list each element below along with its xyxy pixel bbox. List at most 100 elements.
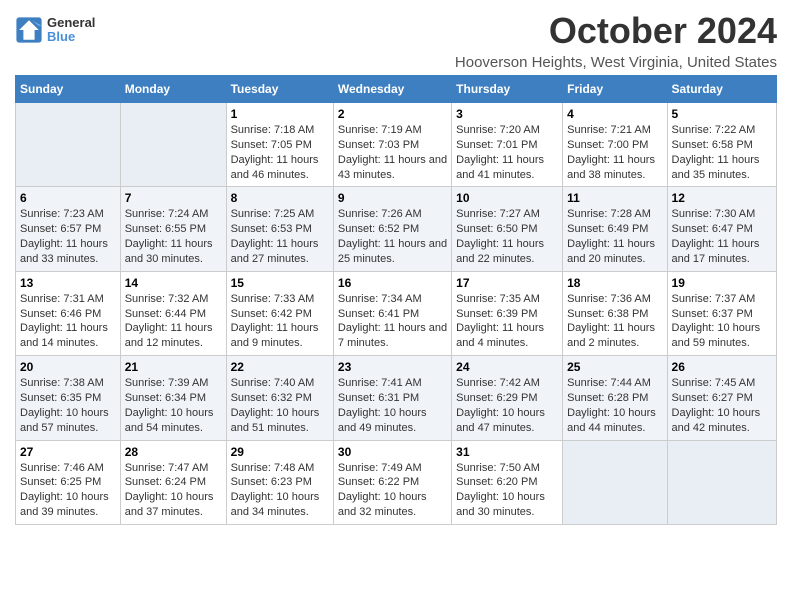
week-row-4: 20 Sunrise: 7:38 AM Sunset: 6:35 PM Dayli…	[16, 356, 777, 440]
day-cell: 21 Sunrise: 7:39 AM Sunset: 6:34 PM Dayli…	[120, 356, 226, 440]
day-number: 12	[672, 191, 772, 205]
day-info: Sunrise: 7:44 AM Sunset: 6:28 PM Dayligh…	[567, 376, 662, 435]
page: General Blue October 2024 Hooverson Heig…	[0, 0, 792, 540]
day-number: 22	[231, 360, 329, 374]
logo: General Blue	[15, 16, 95, 45]
header-row: SundayMondayTuesdayWednesdayThursdayFrid…	[16, 76, 777, 103]
day-number: 21	[125, 360, 222, 374]
day-number: 1	[231, 107, 329, 121]
day-cell: 30Sunrise: 7:49 AM Sunset: 6:22 PM Dayli…	[333, 440, 451, 524]
week-row-1: 1 Sunrise: 7:18 AM Sunset: 7:05 PM Daylig…	[16, 103, 777, 187]
day-number: 5	[672, 107, 772, 121]
header: General Blue October 2024 Hooverson Heig…	[15, 10, 777, 71]
day-info: Sunrise: 7:36 AM Sunset: 6:38 PM Dayligh…	[567, 292, 662, 351]
day-info: Sunrise: 7:50 AM Sunset: 6:20 PM Dayligh…	[456, 461, 558, 520]
header-cell-monday: Monday	[120, 76, 226, 103]
day-info: Sunrise: 7:28 AM Sunset: 6:49 PM Dayligh…	[567, 207, 662, 266]
day-info: Sunrise: 7:42 AM Sunset: 6:29 PM Dayligh…	[456, 376, 558, 435]
header-cell-friday: Friday	[563, 76, 667, 103]
day-number: 20	[20, 360, 116, 374]
day-info: Sunrise: 7:30 AM Sunset: 6:47 PM Dayligh…	[672, 207, 772, 266]
calendar-table: SundayMondayTuesdayWednesdayThursdayFrid…	[15, 75, 777, 525]
day-info: Sunrise: 7:37 AM Sunset: 6:37 PM Dayligh…	[672, 292, 772, 351]
week-row-3: 13 Sunrise: 7:31 AM Sunset: 6:46 PM Dayli…	[16, 271, 777, 355]
day-info: Sunrise: 7:40 AM Sunset: 6:32 PM Dayligh…	[231, 376, 329, 435]
day-info: Sunrise: 7:38 AM Sunset: 6:35 PM Dayligh…	[20, 376, 116, 435]
day-info: Sunrise: 7:34 AM Sunset: 6:41 PM Dayligh…	[338, 292, 447, 351]
day-cell: 24 Sunrise: 7:42 AM Sunset: 6:29 PM Dayli…	[452, 356, 563, 440]
main-title: October 2024	[455, 10, 777, 52]
day-info: Sunrise: 7:18 AM Sunset: 7:05 PM Dayligh…	[231, 123, 329, 182]
day-cell: 12 Sunrise: 7:30 AM Sunset: 6:47 PM Dayli…	[667, 187, 776, 271]
day-cell: 28 Sunrise: 7:47 AM Sunset: 6:24 PM Dayli…	[120, 440, 226, 524]
day-number: 23	[338, 360, 447, 374]
day-info: Sunrise: 7:33 AM Sunset: 6:42 PM Dayligh…	[231, 292, 329, 351]
day-number: 19	[672, 276, 772, 290]
day-number: 16	[338, 276, 447, 290]
day-info: Sunrise: 7:25 AM Sunset: 6:53 PM Dayligh…	[231, 207, 329, 266]
day-number: 6	[20, 191, 116, 205]
week-row-2: 6 Sunrise: 7:23 AM Sunset: 6:57 PM Daylig…	[16, 187, 777, 271]
day-cell	[120, 103, 226, 187]
day-number: 8	[231, 191, 329, 205]
day-number: 31	[456, 445, 558, 459]
day-cell: 17 Sunrise: 7:35 AM Sunset: 6:39 PM Dayli…	[452, 271, 563, 355]
day-number: 10	[456, 191, 558, 205]
logo-line1: General	[47, 16, 95, 30]
day-number: 26	[672, 360, 772, 374]
day-number: 4	[567, 107, 662, 121]
day-number: 13	[20, 276, 116, 290]
day-info: Sunrise: 7:35 AM Sunset: 6:39 PM Dayligh…	[456, 292, 558, 351]
day-number: 25	[567, 360, 662, 374]
day-info: Sunrise: 7:27 AM Sunset: 6:50 PM Dayligh…	[456, 207, 558, 266]
day-cell: 29 Sunrise: 7:48 AM Sunset: 6:23 PM Dayli…	[226, 440, 333, 524]
day-number: 14	[125, 276, 222, 290]
day-info: Sunrise: 7:19 AM Sunset: 7:03 PM Dayligh…	[338, 123, 447, 182]
day-number: 17	[456, 276, 558, 290]
day-cell: 22 Sunrise: 7:40 AM Sunset: 6:32 PM Dayli…	[226, 356, 333, 440]
day-cell: 15 Sunrise: 7:33 AM Sunset: 6:42 PM Dayli…	[226, 271, 333, 355]
day-cell: 9Sunrise: 7:26 AM Sunset: 6:52 PM Daylig…	[333, 187, 451, 271]
day-cell: 23Sunrise: 7:41 AM Sunset: 6:31 PM Dayli…	[333, 356, 451, 440]
logo-text: General Blue	[47, 16, 95, 45]
day-info: Sunrise: 7:48 AM Sunset: 6:23 PM Dayligh…	[231, 461, 329, 520]
day-info: Sunrise: 7:22 AM Sunset: 6:58 PM Dayligh…	[672, 123, 772, 182]
day-number: 24	[456, 360, 558, 374]
day-cell: 20 Sunrise: 7:38 AM Sunset: 6:35 PM Dayli…	[16, 356, 121, 440]
day-cell: 27Sunrise: 7:46 AM Sunset: 6:25 PM Dayli…	[16, 440, 121, 524]
day-cell: 13 Sunrise: 7:31 AM Sunset: 6:46 PM Dayli…	[16, 271, 121, 355]
day-number: 2	[338, 107, 447, 121]
day-cell: 31 Sunrise: 7:50 AM Sunset: 6:20 PM Dayli…	[452, 440, 563, 524]
header-cell-saturday: Saturday	[667, 76, 776, 103]
day-number: 30	[338, 445, 447, 459]
day-number: 9	[338, 191, 447, 205]
day-info: Sunrise: 7:39 AM Sunset: 6:34 PM Dayligh…	[125, 376, 222, 435]
logo-icon	[15, 16, 43, 44]
day-info: Sunrise: 7:23 AM Sunset: 6:57 PM Dayligh…	[20, 207, 116, 266]
day-cell: 25 Sunrise: 7:44 AM Sunset: 6:28 PM Dayli…	[563, 356, 667, 440]
day-info: Sunrise: 7:47 AM Sunset: 6:24 PM Dayligh…	[125, 461, 222, 520]
day-cell: 3 Sunrise: 7:20 AM Sunset: 7:01 PM Daylig…	[452, 103, 563, 187]
day-cell: 14Sunrise: 7:32 AM Sunset: 6:44 PM Dayli…	[120, 271, 226, 355]
day-cell	[563, 440, 667, 524]
header-cell-thursday: Thursday	[452, 76, 563, 103]
header-cell-sunday: Sunday	[16, 76, 121, 103]
day-cell: 5 Sunrise: 7:22 AM Sunset: 6:58 PM Daylig…	[667, 103, 776, 187]
day-cell: 1 Sunrise: 7:18 AM Sunset: 7:05 PM Daylig…	[226, 103, 333, 187]
day-info: Sunrise: 7:20 AM Sunset: 7:01 PM Dayligh…	[456, 123, 558, 182]
day-cell: 4Sunrise: 7:21 AM Sunset: 7:00 PM Daylig…	[563, 103, 667, 187]
day-number: 3	[456, 107, 558, 121]
day-cell	[16, 103, 121, 187]
day-info: Sunrise: 7:31 AM Sunset: 6:46 PM Dayligh…	[20, 292, 116, 351]
day-cell: 8 Sunrise: 7:25 AM Sunset: 6:53 PM Daylig…	[226, 187, 333, 271]
day-number: 15	[231, 276, 329, 290]
header-cell-wednesday: Wednesday	[333, 76, 451, 103]
day-cell: 6 Sunrise: 7:23 AM Sunset: 6:57 PM Daylig…	[16, 187, 121, 271]
day-info: Sunrise: 7:24 AM Sunset: 6:55 PM Dayligh…	[125, 207, 222, 266]
day-info: Sunrise: 7:46 AM Sunset: 6:25 PM Dayligh…	[20, 461, 116, 520]
day-number: 29	[231, 445, 329, 459]
day-number: 28	[125, 445, 222, 459]
header-cell-tuesday: Tuesday	[226, 76, 333, 103]
calendar-header: SundayMondayTuesdayWednesdayThursdayFrid…	[16, 76, 777, 103]
day-cell: 19 Sunrise: 7:37 AM Sunset: 6:37 PM Dayli…	[667, 271, 776, 355]
